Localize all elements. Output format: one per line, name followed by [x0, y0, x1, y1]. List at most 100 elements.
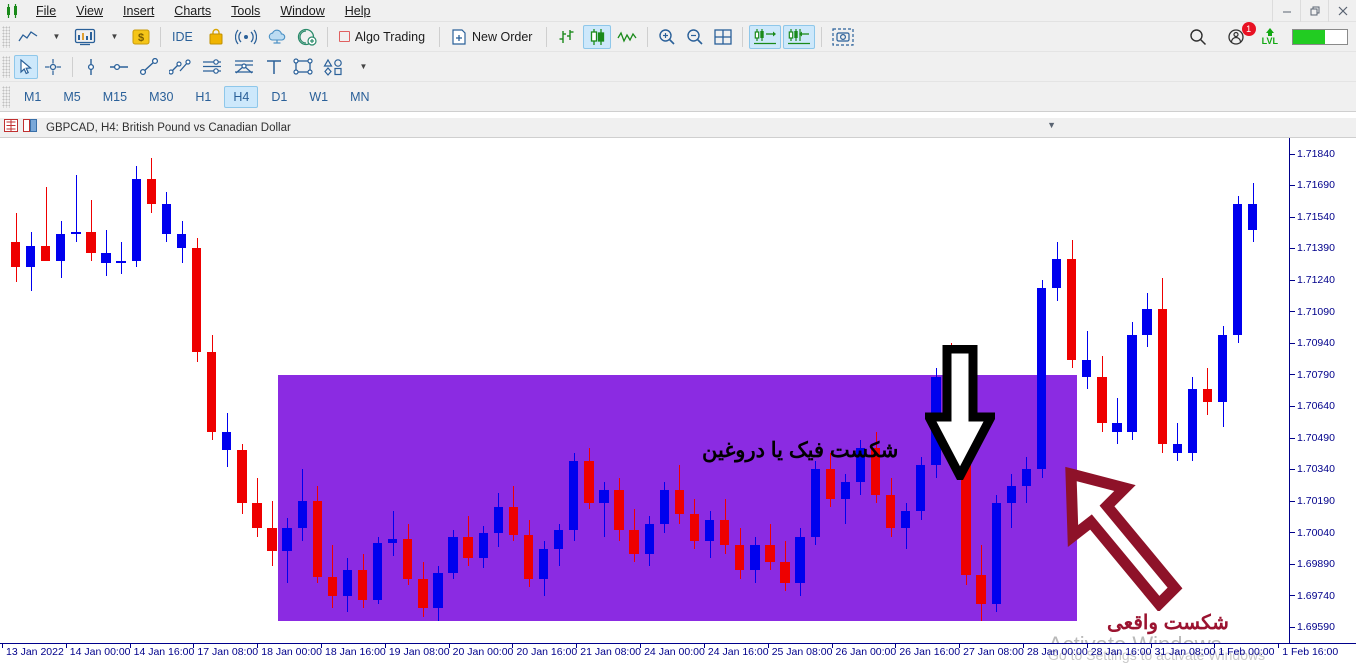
- timeframe-bar: M1 M5 M15 M30 H1 H4 D1 W1 MN: [0, 82, 1356, 112]
- toolbar-separator: [160, 26, 161, 47]
- price-axis-tick: 1.69590: [1290, 622, 1335, 632]
- cursor-tool[interactable]: [14, 54, 38, 79]
- equidistant-channel-tool[interactable]: [197, 55, 227, 79]
- new-order-button[interactable]: New Order: [446, 25, 540, 49]
- mql5-community-icon[interactable]: [293, 25, 321, 49]
- notifications-icon[interactable]: 1: [1223, 21, 1256, 49]
- chart-plot-area[interactable]: شکست فیک یا دروغین شکست واقعی دنیای ترید…: [0, 138, 1290, 643]
- drawing-toolbar-grip[interactable]: [2, 55, 10, 78]
- trendline-by-angle-tool[interactable]: [165, 55, 195, 79]
- price-axis-tick: 1.70790: [1290, 369, 1335, 380]
- price-axis[interactable]: 1.71840 1.71690 1.71540 1.71390 1.71240 1.710…: [1290, 138, 1356, 643]
- level-label: LVL: [1261, 36, 1278, 46]
- signals-icon[interactable]: [231, 25, 261, 49]
- price-axis-tick: 1.71840: [1290, 149, 1335, 159]
- menu-item-tools[interactable]: Tools: [221, 1, 270, 21]
- price-axis-tick: 1.70190: [1290, 496, 1335, 506]
- timeframe-m5[interactable]: M5: [54, 86, 89, 108]
- tile-windows-icon[interactable]: [710, 25, 736, 49]
- chart-templates-dropdown-caret-icon[interactable]: ▼: [102, 25, 126, 49]
- market-watch-dollar-icon[interactable]: $: [128, 25, 154, 49]
- candlestick-chart-icon[interactable]: [583, 24, 612, 49]
- timeframe-mn[interactable]: MN: [341, 86, 378, 108]
- fake-breakout-arrow-icon: [925, 345, 995, 480]
- timeframe-bar-grip[interactable]: [2, 85, 10, 108]
- auto-scroll-icon[interactable]: [749, 24, 782, 49]
- menu-help-label: Help: [344, 3, 371, 18]
- time-axis-tick: 27 Jan 08:00: [959, 643, 1024, 658]
- data-window-icon[interactable]: [4, 118, 18, 137]
- restore-button[interactable]: [1300, 0, 1328, 22]
- menu-item-window[interactable]: Window: [270, 1, 334, 21]
- price-axis-tick: 1.70040: [1290, 527, 1335, 538]
- level-icon[interactable]: LVL: [1261, 28, 1278, 46]
- market-bag-icon[interactable]: [203, 25, 229, 49]
- timeframe-h1[interactable]: H1: [186, 86, 220, 108]
- chart-type-dropdown-caret-icon[interactable]: ▼: [44, 25, 68, 49]
- algo-trading-button[interactable]: Algo Trading: [334, 25, 433, 49]
- timeframe-w1[interactable]: W1: [300, 86, 337, 108]
- screenshot-icon[interactable]: [828, 25, 858, 49]
- menu-item-file[interactable]: File: [26, 1, 66, 21]
- menu-bar: File View Insert Charts Tools Window Hel…: [26, 0, 381, 22]
- menu-item-insert[interactable]: Insert: [113, 1, 164, 21]
- fake-breakout-label: شکست فیک یا دروغین: [702, 439, 899, 462]
- toolbar-right-group: 1 LVL: [1184, 21, 1356, 49]
- chart-shift-icon[interactable]: [783, 24, 816, 49]
- price-axis-tick: 1.69890: [1290, 559, 1335, 569]
- shapes-dropdown-caret-icon[interactable]: ▼: [351, 55, 375, 79]
- minimize-button[interactable]: [1272, 0, 1300, 22]
- toolbar-grip[interactable]: [2, 25, 10, 48]
- crosshair-tool[interactable]: [40, 55, 66, 79]
- time-axis[interactable]: Go to Settings to activate Windows 13 Ja…: [0, 643, 1356, 665]
- menu-item-help[interactable]: Help: [335, 1, 381, 21]
- time-axis-tick: 25 Jan 08:00: [767, 643, 833, 658]
- zoom-in-icon[interactable]: [654, 25, 680, 49]
- time-axis-tick: 26 Jan 00:00: [831, 643, 897, 658]
- chart-window: GBPCAD, H4: British Pound vs Canadian Do…: [0, 118, 1356, 665]
- algo-trading-label: Algo Trading: [354, 29, 426, 44]
- timeframe-d1[interactable]: D1: [262, 86, 296, 108]
- chart-templates-icon[interactable]: [70, 25, 100, 49]
- time-axis-tick: 24 Jan 16:00: [703, 643, 769, 658]
- rectangle-tool[interactable]: [289, 55, 317, 79]
- toolbar-separator: [742, 26, 744, 47]
- timeframe-h4[interactable]: H4: [224, 85, 259, 108]
- chart-settings-icon[interactable]: [23, 118, 37, 137]
- time-axis-tick: 14 Jan 00:00: [65, 643, 131, 658]
- timeframe-m15[interactable]: M15: [94, 86, 136, 108]
- close-button[interactable]: [1328, 0, 1356, 22]
- text-tool[interactable]: [261, 55, 287, 79]
- price-axis-tick: 1.69740: [1290, 590, 1335, 601]
- ide-button[interactable]: IDE: [167, 25, 201, 49]
- horizontal-line-tool[interactable]: [105, 55, 133, 79]
- line-chart-icon[interactable]: [613, 25, 641, 49]
- bar-chart-icon[interactable]: [553, 25, 581, 49]
- trendline-tool[interactable]: [135, 55, 163, 79]
- menu-item-charts[interactable]: Charts: [164, 1, 221, 21]
- title-bar: File View Insert Charts Tools Window Hel…: [0, 0, 1356, 22]
- price-axis-tick: 1.70340: [1290, 464, 1335, 475]
- vps-cloud-icon[interactable]: [263, 25, 291, 49]
- chevron-down-icon[interactable]: ▼: [1047, 120, 1056, 130]
- timeframe-m30[interactable]: M30: [140, 86, 182, 108]
- timeframe-m1[interactable]: M1: [15, 86, 50, 108]
- time-axis-tick: 28 Jan 16:00: [1086, 643, 1152, 658]
- zoom-out-icon[interactable]: [682, 25, 708, 49]
- menu-item-view[interactable]: View: [66, 1, 113, 21]
- level-progress[interactable]: [1292, 28, 1348, 45]
- shapes-tool[interactable]: [319, 55, 349, 79]
- fibonacci-tool[interactable]: [229, 55, 259, 79]
- vertical-line-tool[interactable]: [79, 55, 103, 79]
- search-icon[interactable]: [1185, 25, 1211, 49]
- price-axis-tick: 1.71540: [1290, 212, 1335, 222]
- price-axis-tick: 1.71690: [1290, 180, 1335, 191]
- main-toolbar: ▼ ▼ $ IDE Algo Trading New Order 1 LVL: [0, 21, 1356, 52]
- time-axis-tick: 21 Jan 08:00: [576, 643, 641, 658]
- time-axis-tick: 18 Jan 16:00: [321, 643, 386, 658]
- toolbar-separator: [647, 26, 649, 47]
- menu-charts-label: Charts: [174, 3, 212, 18]
- time-axis-tick: 13 Jan 2022: [2, 643, 64, 658]
- chart-type-line-icon[interactable]: [14, 25, 42, 49]
- mt5-logo-icon: [0, 3, 26, 18]
